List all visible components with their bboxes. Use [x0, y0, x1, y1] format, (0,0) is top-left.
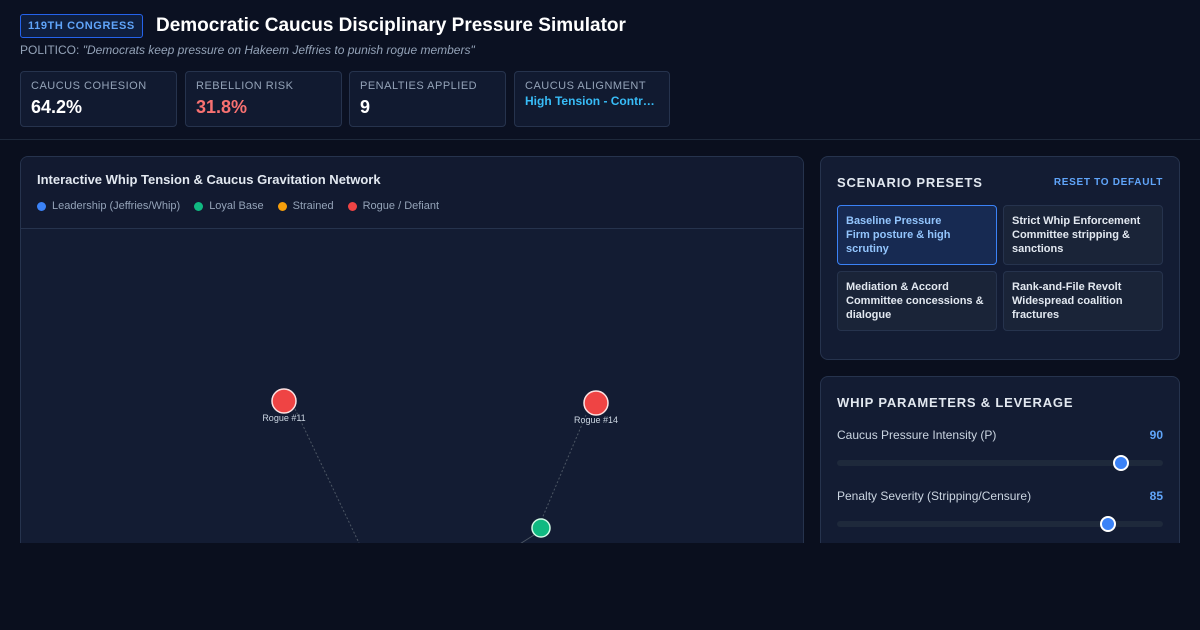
network-header: Interactive Whip Tension & Caucus Gravit…	[21, 157, 803, 229]
source-citation: POLITICO: "Democrats keep pressure on Ha…	[20, 43, 475, 57]
metric-label: Caucus Alignment	[525, 80, 647, 92]
node-label: Rogue #14	[574, 415, 618, 425]
whip-title: Whip Parameters & Leverage	[837, 395, 1074, 410]
page-bottom-area	[0, 543, 1200, 630]
network-legend: Leadership (Jeffries/Whip) Loyal Base St…	[37, 200, 787, 212]
legend-item-leadership: Leadership (Jeffries/Whip)	[37, 200, 180, 212]
metric-label: Penalties Applied	[360, 80, 478, 92]
node-label: Rogue #11	[262, 413, 305, 423]
legend-label: Loyal Base	[209, 200, 264, 212]
preset-name: Mediation & Accord	[846, 281, 949, 293]
legend-item-strained: Strained	[277, 200, 334, 212]
metric-value: 9	[360, 97, 371, 117]
legend-label: Rogue / Defiant	[362, 200, 440, 212]
slider-thumb[interactable]	[1099, 516, 1116, 532]
legend-dot-icon	[277, 201, 287, 211]
param-value: 85	[1149, 489, 1163, 503]
param-value: 90	[1149, 428, 1163, 442]
metric-penalties: Penalties Applied 9	[349, 71, 506, 127]
metric-value: 31.8%	[196, 97, 248, 117]
node-loyal[interactable]	[531, 518, 551, 538]
preset-desc: Committee stripping & sanctions	[1012, 229, 1130, 255]
node-rogue-14[interactable]: Rogue #14	[574, 390, 618, 425]
edge-rogue-14	[540, 414, 587, 522]
congress-badge: 119TH CONGRESS	[20, 14, 143, 38]
param-pressure-intensity: Caucus Pressure Intensity (P) 90	[837, 428, 1163, 471]
legend-dot-icon	[37, 201, 46, 211]
app-header: 119TH CONGRESS Democratic Caucus Discipl…	[0, 0, 1200, 140]
preset-name: Strict Whip Enforcement	[1012, 215, 1141, 227]
param-penalty-severity: Penalty Severity (Stripping/Censure) 85	[837, 489, 1163, 532]
preset-mediation[interactable]: Mediation & Accord Committee concessions…	[837, 271, 997, 331]
reset-button[interactable]: RESET TO DEFAULT	[1054, 177, 1163, 188]
network-title: Interactive Whip Tension & Caucus Gravit…	[37, 172, 381, 187]
legend-item-loyal: Loyal Base	[194, 200, 264, 212]
preset-revolt[interactable]: Rank-and-File Revolt Widespread coalitio…	[1003, 271, 1163, 331]
pressure-slider[interactable]	[837, 455, 1163, 471]
metric-label: Caucus Cohesion	[31, 80, 147, 92]
param-label: Caucus Pressure Intensity (P)	[837, 428, 997, 442]
preset-baseline-pressure[interactable]: Baseline Pressure Firm posture & high sc…	[837, 205, 997, 265]
source-prefix: POLITICO:	[20, 43, 80, 57]
page-title: Democratic Caucus Disciplinary Pressure …	[156, 15, 626, 36]
legend-label: Strained	[292, 200, 334, 212]
node-rogue-11[interactable]: Rogue #11	[262, 388, 306, 423]
legend-label: Leadership (Jeffries/Whip)	[52, 200, 181, 212]
penalty-slider[interactable]	[837, 516, 1163, 532]
metric-value: 64.2%	[31, 97, 83, 117]
preset-desc: Firm posture & high scrutiny	[846, 229, 951, 255]
scenario-presets-panel: Scenario Presets RESET TO DEFAULT Baseli…	[820, 156, 1180, 360]
metric-cohesion: Caucus Cohesion 64.2%	[20, 71, 177, 127]
source-quote: "Democrats keep pressure on Hakeem Jeffr…	[82, 43, 475, 57]
preset-desc: Committee concessions & dialogue	[846, 295, 984, 321]
metric-label: Rebellion Risk	[196, 80, 294, 92]
preset-desc: Widespread coalition fractures	[1012, 295, 1123, 321]
rogue-node-icon[interactable]	[583, 390, 609, 416]
param-label: Penalty Severity (Stripping/Censure)	[837, 489, 1032, 503]
rogue-node-icon[interactable]	[271, 388, 297, 414]
edge-rogue-11	[294, 408, 360, 544]
preset-strict-whip[interactable]: Strict Whip Enforcement Committee stripp…	[1003, 205, 1163, 265]
metric-alignment: Caucus Alignment High Tension - Controll…	[514, 71, 670, 127]
preset-name: Rank-and-File Revolt	[1012, 281, 1122, 293]
legend-dot-icon	[194, 201, 204, 211]
loyal-node-icon[interactable]	[531, 518, 551, 538]
preset-grid: Baseline Pressure Firm posture & high sc…	[837, 205, 1163, 331]
slider-thumb[interactable]	[1112, 455, 1129, 471]
legend-dot-icon	[347, 201, 357, 211]
preset-name: Baseline Pressure	[846, 215, 942, 227]
legend-item-rogue: Rogue / Defiant	[347, 200, 440, 212]
metric-value: High Tension - Controlled	[525, 94, 659, 108]
metric-rebellion-risk: Rebellion Risk 31.8%	[185, 71, 342, 127]
